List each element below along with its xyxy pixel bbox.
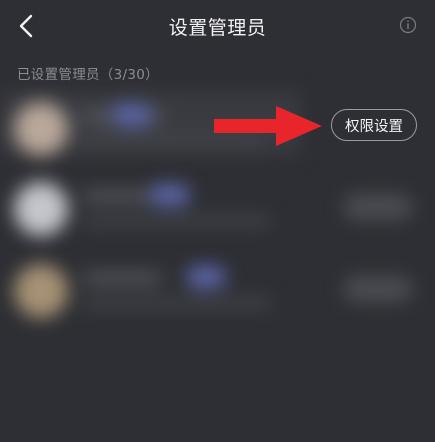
section-label-admins: 已设置管理员（3/30） [17, 67, 159, 83]
avatar [14, 102, 68, 156]
admin-row [0, 250, 435, 330]
admin-row [0, 168, 435, 248]
info-button[interactable] [399, 16, 417, 34]
info-circle-icon [399, 16, 417, 34]
avatar [14, 264, 68, 318]
avatar [14, 182, 68, 236]
page-title: 设置管理员 [168, 17, 267, 39]
blurred-content [0, 250, 435, 330]
header-bar: 设置管理员 [0, 0, 435, 52]
red-arrow-icon [214, 106, 322, 146]
permission-settings-button[interactable]: 权限设置 [331, 109, 417, 141]
blurred-content [0, 168, 435, 248]
